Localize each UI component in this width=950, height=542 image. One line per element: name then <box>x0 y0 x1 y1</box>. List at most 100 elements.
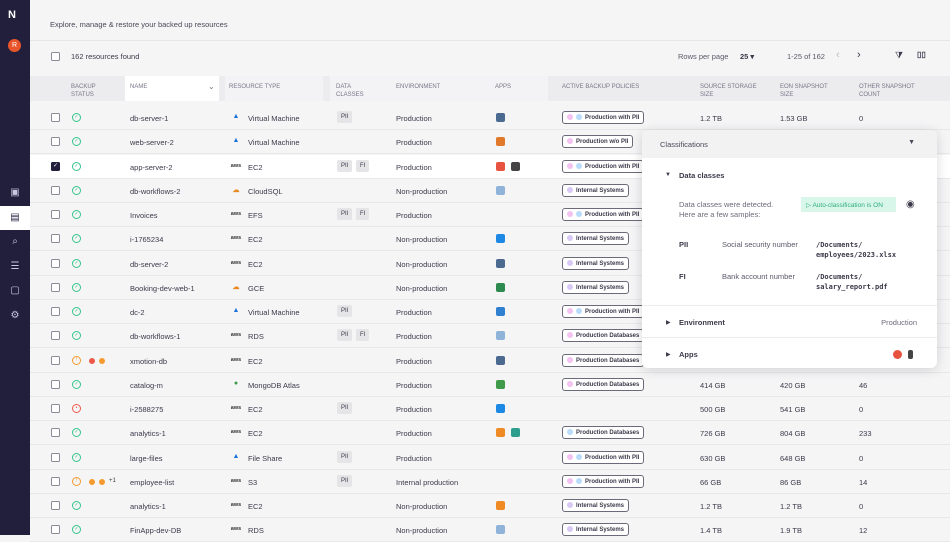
policy-badge[interactable]: Production Databases <box>562 329 645 343</box>
table-row[interactable]: ! +1 employee-list aws S3 PII Internal product… <box>30 470 950 494</box>
row-checkbox[interactable] <box>51 404 60 413</box>
table-row[interactable]: • i-2588275 aws EC2 PII Production 500 GB 541 G… <box>30 397 950 421</box>
resource-name[interactable]: db-server-1 <box>130 114 168 123</box>
row-checkbox[interactable] <box>51 331 60 341</box>
rows-per-page-select[interactable]: 25 ▾ <box>740 52 754 61</box>
data-class-tag[interactable]: PII <box>337 111 353 123</box>
col-resource-type[interactable]: Resource type <box>229 83 280 91</box>
row-checkbox[interactable] <box>51 113 60 122</box>
sort-chevron-icon[interactable]: ⌄ <box>208 83 215 91</box>
row-checkbox[interactable] <box>51 282 60 292</box>
policy-badge[interactable]: Internal Systems <box>562 280 630 294</box>
policy-badge[interactable]: Production with PII <box>562 450 645 464</box>
row-checkbox[interactable] <box>51 355 60 365</box>
col-environment[interactable]: Environment <box>396 83 440 91</box>
policy-badge[interactable]: Production with PII <box>562 474 645 488</box>
row-checkbox[interactable] <box>51 428 60 438</box>
data-class-tag[interactable]: PII <box>337 208 353 220</box>
policy-badge[interactable]: Internal Systems <box>562 256 630 270</box>
col-other-count[interactable]: Other snapshot count <box>859 83 929 99</box>
row-checkbox[interactable] <box>51 258 60 268</box>
table-row[interactable]: ✓ analytics-1 aws EC2 Production Production D… <box>30 421 950 446</box>
apps-heading[interactable]: Apps <box>679 350 698 359</box>
policy-badge[interactable]: Internal Systems <box>562 183 630 197</box>
data-class-tag[interactable]: FI <box>356 159 370 172</box>
resource-name[interactable]: Invoices <box>130 211 158 220</box>
panel-header[interactable]: Classifications ▼ <box>642 130 937 158</box>
table-row[interactable]: ✓ catalog-m ● MongoDB Atlas Production Produc… <box>30 373 950 397</box>
expand-down-icon[interactable]: ▼ <box>665 172 671 178</box>
policy-badge[interactable]: Production with PII <box>562 111 645 124</box>
policy-badge[interactable]: Production w/o PII <box>562 135 634 149</box>
resource-name[interactable]: large-files <box>130 454 163 463</box>
data-class-tag[interactable]: PII <box>337 159 353 172</box>
avatar[interactable]: R <box>8 39 21 52</box>
policy-badge[interactable]: Production Databases <box>562 426 645 440</box>
archive-icon[interactable]: ▤ <box>0 205 30 230</box>
select-all-checkbox[interactable] <box>51 52 60 61</box>
policy-badge[interactable]: Internal Systems <box>562 499 630 512</box>
row-checkbox[interactable] <box>51 185 60 195</box>
data-class-tag[interactable]: PII <box>337 474 353 487</box>
policy-badge[interactable]: Production Databases <box>562 377 645 391</box>
layout-icon[interactable]: ▣ <box>0 181 30 205</box>
environment-heading[interactable]: Environment <box>679 318 725 327</box>
resource-name[interactable]: i-1765234 <box>130 235 163 244</box>
table-row[interactable]: ✓ db-server-1 ▲ Virtual Machine PII Productio… <box>30 106 950 130</box>
row-checkbox[interactable] <box>51 210 60 219</box>
col-eon-size[interactable]: Eon snapshot size <box>780 83 835 99</box>
columns-icon[interactable]: ▯▯ <box>917 50 926 59</box>
row-checkbox[interactable] <box>51 525 60 535</box>
row-checkbox[interactable] <box>51 501 60 510</box>
search-icon[interactable]: ⌕ <box>0 230 30 254</box>
policy-badge[interactable]: Production Databases <box>562 353 645 367</box>
resource-name[interactable]: db-workflows-1 <box>130 332 180 341</box>
policy-badge[interactable]: Internal Systems <box>562 523 630 537</box>
sample-path[interactable]: /Documents/ salary_report.pdf <box>816 272 916 292</box>
resource-name[interactable]: db-workflows-2 <box>130 187 180 196</box>
prev-page-button[interactable]: ‹ <box>836 49 840 61</box>
row-checkbox[interactable] <box>51 452 60 462</box>
expand-right-icon[interactable]: ▶ <box>666 351 671 358</box>
row-checkbox[interactable] <box>51 137 60 147</box>
table-row[interactable]: ✓ FinApp-dev-DB aws RDS Non-production Intern… <box>30 518 950 542</box>
row-checkbox[interactable] <box>51 379 60 389</box>
data-class-tag[interactable]: PII <box>337 450 353 463</box>
resource-name[interactable]: xmotion-db <box>130 357 167 366</box>
resource-name[interactable]: db-server-2 <box>130 260 168 269</box>
data-class-tag[interactable]: PII <box>337 305 353 317</box>
resource-name[interactable]: dc-2 <box>130 308 145 317</box>
data-class-tag[interactable]: FI <box>356 208 370 220</box>
chevron-down-icon[interactable]: ▼ <box>908 139 915 146</box>
col-policies[interactable]: Active backup policies <box>562 83 639 91</box>
resource-name[interactable]: web-server-2 <box>130 138 174 147</box>
col-name[interactable]: Name <box>130 83 147 91</box>
row-checkbox[interactable] <box>51 476 60 486</box>
col-apps[interactable]: Apps <box>495 83 511 91</box>
clipboard-icon[interactable]: ▢ <box>0 279 30 303</box>
record-toggle-icon[interactable]: ◉ <box>906 199 915 210</box>
row-checkbox[interactable] <box>51 161 60 171</box>
filter-icon[interactable]: ⧩ <box>895 50 903 61</box>
policy-badge[interactable]: Production with PII <box>562 305 645 318</box>
expand-right-icon[interactable]: ▶ <box>666 319 671 326</box>
row-checkbox[interactable] <box>51 307 60 316</box>
sample-path[interactable]: /Documents/ employees/2023.xlsx <box>816 240 916 260</box>
resource-name[interactable]: i-2588275 <box>130 405 163 414</box>
resource-name[interactable]: Booking-dev-web-1 <box>130 284 195 293</box>
checklist-icon[interactable]: ☰ <box>0 255 30 279</box>
policy-badge[interactable]: Production with PII <box>562 159 645 173</box>
data-class-tag[interactable]: FI <box>356 329 370 342</box>
col-backup-status[interactable]: Backup status <box>71 83 111 99</box>
resource-name[interactable]: catalog-m <box>130 381 163 390</box>
data-classes-heading[interactable]: Data classes <box>679 171 724 180</box>
next-page-button[interactable]: › <box>857 49 861 61</box>
col-data-classes[interactable]: Data classes <box>336 83 366 99</box>
col-source-size[interactable]: Source storage size <box>700 83 760 99</box>
policy-badge[interactable]: Internal Systems <box>562 232 630 246</box>
data-class-tag[interactable]: PII <box>337 402 353 414</box>
policy-badge[interactable]: Production with PII <box>562 208 645 221</box>
resource-name[interactable]: app-server-2 <box>130 163 173 172</box>
resource-name[interactable]: analytics-1 <box>130 502 166 511</box>
resource-name[interactable]: employee-list <box>130 478 174 487</box>
